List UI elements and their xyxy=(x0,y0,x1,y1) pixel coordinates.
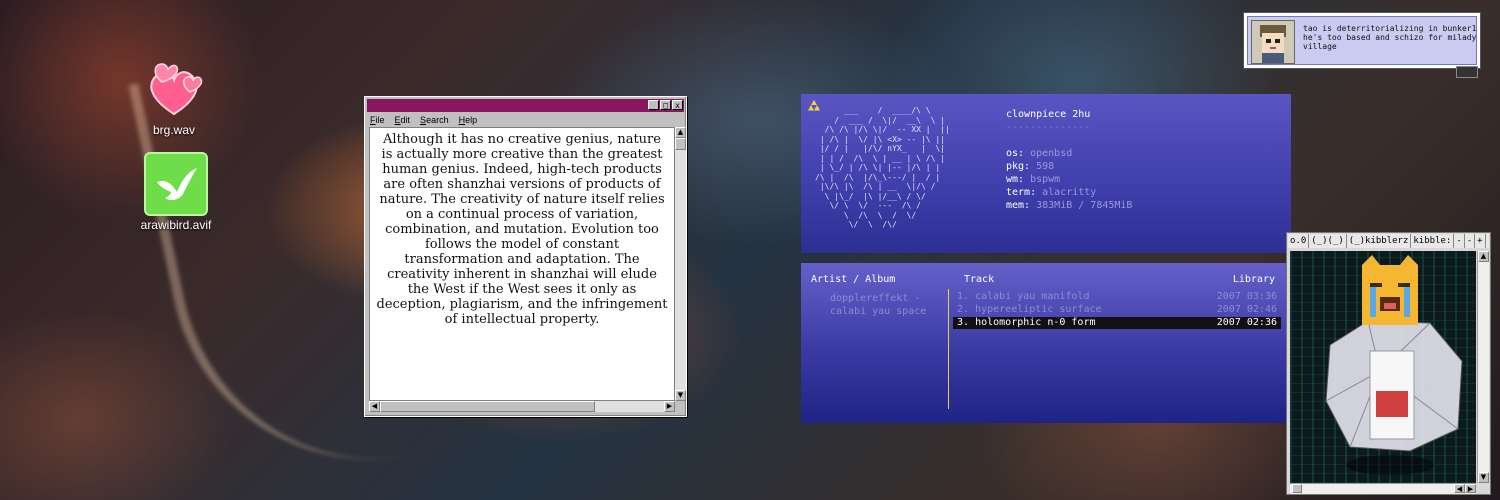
window-title-bar[interactable]: o.0 (_)(_) (_)kibblerz kibble: - - + xyxy=(1288,234,1489,248)
menu-edit[interactable]: Edit xyxy=(395,114,411,127)
header-library: Library xyxy=(1232,274,1275,285)
track-row-selected[interactable]: 3. holomorphic n-0 form 2007 02:36 xyxy=(953,317,1281,329)
desktop-icon-arawibird[interactable]: arawibird.avif xyxy=(126,152,226,232)
maximize-button[interactable]: □ xyxy=(660,100,671,110)
album-name: calabi yau space xyxy=(830,306,927,317)
track-row[interactable]: 1. calabi yau manifold 2007 03:36 xyxy=(953,291,1281,303)
notification-popup[interactable]: tao is deterritorializing in bunker1 he'… xyxy=(1243,12,1481,69)
fetch-row-wm: wm: bspwm xyxy=(1006,173,1132,186)
header-track: Track xyxy=(964,274,995,285)
track-year: 2007 xyxy=(1216,291,1241,302)
title-tab[interactable]: - xyxy=(1454,234,1465,248)
bird-icon xyxy=(144,152,208,216)
desktop-icon-label: arawibird.avif xyxy=(140,218,212,232)
scroll-up-icon[interactable]: ▲ xyxy=(1478,251,1489,262)
track-title: calabi yau manifold xyxy=(975,291,1090,302)
track-duration: 02:46 xyxy=(1246,304,1277,315)
scroll-down-icon[interactable]: ▼ xyxy=(1478,472,1489,483)
title-tab[interactable]: - xyxy=(1465,234,1476,248)
desktop-icon-brg-wav[interactable]: brg.wav xyxy=(124,56,224,137)
scroll-thumb[interactable] xyxy=(1292,484,1302,493)
title-tab[interactable]: (_)kibblerz xyxy=(1347,234,1412,248)
track-number: 3. xyxy=(957,317,970,328)
track-title: hypereeliptic surface xyxy=(975,304,1102,315)
model-viewport[interactable] xyxy=(1290,251,1476,483)
menu-file[interactable]: File xyxy=(370,114,385,127)
hearts-icon xyxy=(150,63,203,116)
fetch-row-pkg: pkg: 598 xyxy=(1006,160,1132,173)
title-tab[interactable]: kibble: xyxy=(1411,234,1455,248)
menu-help[interactable]: Help xyxy=(459,114,478,127)
column-divider xyxy=(948,289,949,409)
track-year: 2007 xyxy=(1216,317,1241,328)
fetch-key: mem: xyxy=(1006,200,1031,211)
scroll-thumb[interactable] xyxy=(380,401,595,412)
close-button[interactable]: x xyxy=(672,100,683,110)
track-row[interactable]: 2. hypereeliptic surface 2007 02:46 xyxy=(953,304,1281,316)
vertical-scrollbar[interactable]: ▲ ▼ xyxy=(675,127,686,401)
minimize-button[interactable]: _ xyxy=(648,100,659,110)
vertical-scrollbar[interactable]: ▲ ▼ xyxy=(1477,251,1489,483)
tray-indicator xyxy=(1456,66,1478,78)
fetch-key: term: xyxy=(1006,187,1037,198)
fetch-info: clownpiece 2hu -------------- os: openbs… xyxy=(1006,108,1132,212)
fetch-value: alacritty xyxy=(1042,187,1097,198)
fetch-key: os: xyxy=(1006,148,1025,159)
scroll-left-icon[interactable]: ◀ xyxy=(1454,484,1465,493)
notepad-menu-bar: File Edit Search Help xyxy=(365,114,686,127)
horizontal-scrollbar[interactable]: ◀ ▶ xyxy=(1290,483,1476,494)
fetch-separator: -------------- xyxy=(1006,122,1091,133)
fetch-value: 598 xyxy=(1036,161,1055,172)
track-year: 2007 xyxy=(1216,304,1241,315)
notepad-text-area[interactable]: Although it has no creative genius, natu… xyxy=(369,127,675,401)
fetch-row-term: term: alacritty xyxy=(1006,186,1132,199)
scroll-right-icon[interactable]: ▶ xyxy=(664,401,675,412)
track-number: 1. xyxy=(957,291,970,302)
scroll-up-icon[interactable]: ▲ xyxy=(675,127,686,138)
fetch-key: pkg: xyxy=(1006,161,1031,172)
scroll-down-icon[interactable]: ▼ xyxy=(675,390,686,401)
track-number: 2. xyxy=(957,304,970,315)
notepad-title-bar[interactable]: _ □ x xyxy=(367,99,684,112)
scroll-right-icon[interactable]: ▶ xyxy=(1465,484,1476,493)
title-tab[interactable]: o.0 xyxy=(1288,234,1310,248)
scroll-left-icon[interactable]: ◀ xyxy=(369,401,380,412)
menu-search[interactable]: Search xyxy=(420,114,449,127)
fetch-value: openbsd xyxy=(1030,148,1073,159)
fetch-row-os: os: openbsd xyxy=(1006,147,1132,160)
notification-text: tao is deterritorializing in bunker1 he'… xyxy=(1303,24,1477,51)
notepad-window: _ □ x File Edit Search Help Although it … xyxy=(364,96,687,417)
fetch-value: 383MiB / 7845MiB xyxy=(1036,200,1133,211)
desktop-icon-label: brg.wav xyxy=(152,123,196,137)
fetch-terminal: ___ / ____/\ \ / ___ / \|/ __\ \ | /\ /\… xyxy=(801,94,1291,253)
music-player: Artist / Album Track Library dopplereffe… xyxy=(801,263,1291,423)
model-viewer-window: o.0 (_)(_) (_)kibblerz kibble: - - + ▲ ▼… xyxy=(1286,232,1491,495)
ascii-art: ___ / ____/\ \ / ___ / \|/ __\ \ | /\ /\… xyxy=(815,106,950,229)
title-tab[interactable]: + xyxy=(1475,234,1486,248)
horizontal-scrollbar[interactable]: ◀ ▶ xyxy=(369,401,675,412)
title-tab[interactable]: (_)(_) xyxy=(1309,234,1347,248)
track-title: holomorphic n-0 form xyxy=(975,317,1096,328)
avatar xyxy=(1251,20,1295,64)
fetch-value: bspwm xyxy=(1030,174,1061,185)
fetch-key: wm: xyxy=(1006,174,1025,185)
artist-name: dopplereffekt - xyxy=(830,293,921,304)
scroll-thumb[interactable] xyxy=(675,138,686,150)
track-duration: 03:36 xyxy=(1246,291,1277,302)
fetch-host: clownpiece 2hu xyxy=(1006,109,1091,120)
crying-cat-in-crystal-image xyxy=(1325,255,1463,475)
track-duration: 02:36 xyxy=(1246,317,1277,328)
header-artist-album: Artist / Album xyxy=(811,274,896,285)
fetch-row-mem: mem: 383MiB / 7845MiB xyxy=(1006,199,1132,212)
artist-list-item[interactable]: dopplereffekt - calabi yau space xyxy=(830,292,926,318)
